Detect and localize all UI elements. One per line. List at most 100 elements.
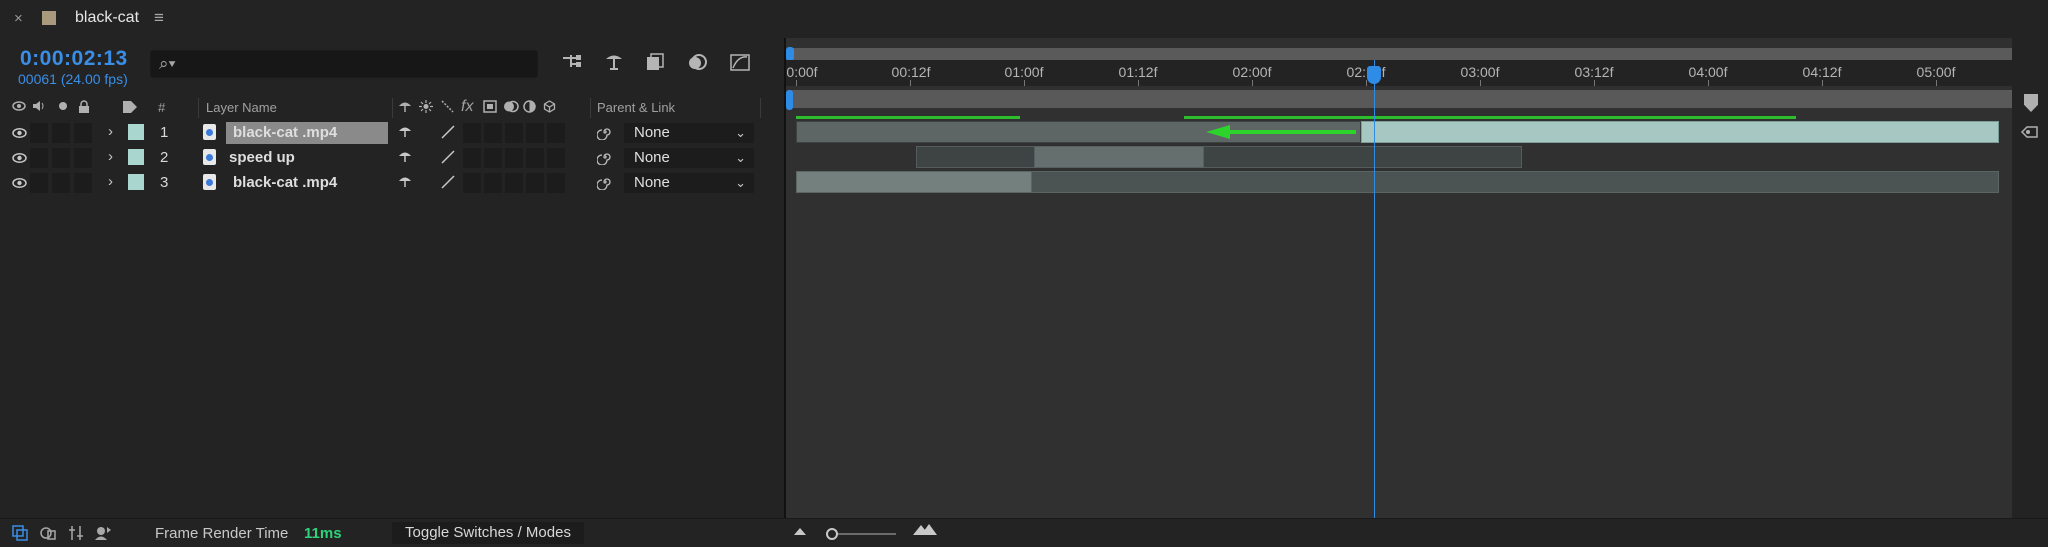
playhead-handle[interactable] — [1367, 66, 1381, 84]
quality-switch-header-icon[interactable] — [441, 100, 454, 116]
label-color-swatch[interactable] — [128, 124, 144, 140]
adjustment-switch[interactable] — [526, 148, 544, 168]
solo-toggle[interactable] — [52, 173, 70, 193]
search-input[interactable]: ⌕▾ — [150, 50, 538, 78]
layer-row[interactable]: › 1 black-cat .mp4 None ⌄ — [0, 121, 784, 145]
solo-toggle[interactable] — [52, 123, 70, 143]
label-column-icon[interactable] — [122, 100, 138, 116]
quality-switch-icon[interactable] — [441, 150, 455, 167]
motion-blur-switch-header-icon[interactable] — [503, 100, 519, 116]
close-tab-icon[interactable]: × — [14, 10, 23, 27]
label-color-swatch[interactable] — [128, 174, 144, 190]
render-time-icon[interactable] — [94, 525, 112, 541]
3d-layer-switch-header-icon[interactable] — [543, 100, 556, 116]
frame-blend-switch[interactable] — [484, 123, 502, 143]
3d-switch[interactable] — [547, 173, 565, 193]
audio-toggle[interactable] — [30, 123, 48, 143]
in-out-columns-icon[interactable] — [68, 525, 86, 541]
composition-title[interactable]: black-cat — [75, 9, 139, 27]
eye-icon[interactable] — [12, 126, 27, 139]
adjustment-switch[interactable] — [526, 173, 544, 193]
eye-icon[interactable] — [12, 151, 27, 164]
video-column-icon[interactable] — [12, 100, 26, 115]
eye-icon[interactable] — [12, 176, 27, 189]
collapse-switch-header-icon[interactable] — [419, 100, 433, 116]
draft-3d-icon[interactable] — [602, 52, 626, 76]
pick-whip-icon[interactable] — [596, 174, 613, 194]
marker-icon[interactable] — [2024, 94, 2038, 112]
frame-blend-switch[interactable] — [484, 173, 502, 193]
motion-blur-icon[interactable] — [686, 52, 710, 76]
work-area-bar[interactable] — [790, 90, 2020, 108]
expand-chevron-icon[interactable]: › — [108, 173, 113, 190]
effects-switch-header[interactable]: fx — [461, 98, 473, 116]
time-navigator-start-handle[interactable] — [786, 47, 794, 61]
timeline-panel[interactable]: 0:00f 00:12f 01:00f 01:12f 02:00f 02:12f… — [786, 38, 2048, 518]
number-column-header: # — [158, 100, 166, 115]
motion-blur-switch[interactable] — [505, 148, 523, 168]
effects-switch[interactable] — [463, 123, 481, 143]
layer-name[interactable]: black-cat .mp4 — [233, 124, 337, 141]
adjustment-layer-switch-header-icon[interactable] — [523, 100, 536, 116]
composition-flowchart-icon[interactable] — [560, 52, 584, 76]
audio-column-icon[interactable] — [32, 100, 46, 115]
layer-row[interactable]: › 2 speed up None ⌄ — [0, 146, 784, 170]
time-ruler[interactable]: 0:00f 00:12f 01:00f 01:12f 02:00f 02:12f… — [786, 60, 2048, 86]
3d-switch[interactable] — [547, 148, 565, 168]
shy-switch-icon[interactable] — [398, 150, 412, 166]
layer-number: 3 — [160, 174, 169, 191]
parent-select[interactable]: None ⌄ — [624, 123, 754, 143]
layer-switches-icon[interactable] — [12, 525, 30, 541]
3d-switch[interactable] — [547, 123, 565, 143]
current-time-display[interactable]: 0:00:02:13 — [20, 47, 128, 71]
expand-chevron-icon[interactable]: › — [108, 123, 113, 140]
work-area-start-handle[interactable] — [786, 90, 793, 110]
adjustment-switch[interactable] — [526, 123, 544, 143]
shy-switch-icon[interactable] — [398, 125, 412, 141]
parent-select[interactable]: None ⌄ — [624, 173, 754, 193]
toggle-switches-modes-button[interactable]: Toggle Switches / Modes — [392, 522, 584, 544]
solo-column-icon[interactable] — [58, 100, 68, 115]
layer-bar[interactable] — [1361, 121, 1999, 143]
zoom-in-icon[interactable] — [912, 522, 938, 541]
ruler-label: 01:00f — [1004, 64, 1044, 80]
zoom-slider-knob[interactable] — [826, 528, 838, 540]
parent-link-column-header[interactable]: Parent & Link — [597, 100, 675, 115]
audio-toggle[interactable] — [30, 173, 48, 193]
layer-bar[interactable] — [1034, 146, 1204, 168]
layer-bar[interactable] — [796, 171, 1032, 193]
shy-switch-header-icon[interactable] — [398, 100, 412, 116]
layer-row[interactable]: › 3 black-cat .mp4 None ⌄ — [0, 171, 784, 195]
lock-column-icon[interactable] — [78, 100, 90, 116]
parent-select[interactable]: None ⌄ — [624, 148, 754, 168]
lock-toggle[interactable] — [74, 123, 92, 143]
audio-toggle[interactable] — [30, 148, 48, 168]
layer-name[interactable]: black-cat .mp4 — [233, 174, 337, 191]
motion-blur-switch[interactable] — [505, 173, 523, 193]
expand-chevron-icon[interactable]: › — [108, 148, 113, 165]
time-navigator-bar[interactable] — [790, 48, 2020, 60]
label-color-swatch[interactable] — [128, 149, 144, 165]
lock-toggle[interactable] — [74, 173, 92, 193]
effects-switch[interactable] — [463, 173, 481, 193]
solo-toggle[interactable] — [52, 148, 70, 168]
pick-whip-icon[interactable] — [596, 149, 613, 169]
motion-blur-switch[interactable] — [505, 123, 523, 143]
panel-menu-icon[interactable]: ≡ — [154, 8, 164, 28]
layer-name-column-header[interactable]: Layer Name — [206, 100, 277, 115]
quality-switch-icon[interactable] — [441, 125, 455, 142]
shy-switch-icon[interactable] — [398, 175, 412, 191]
graph-editor-icon[interactable] — [728, 52, 752, 76]
layer-bar-dimmed[interactable] — [916, 146, 1522, 168]
quality-switch-icon[interactable] — [441, 175, 455, 192]
frame-blending-icon[interactable] — [644, 52, 668, 76]
frame-blend-switch[interactable] — [484, 148, 502, 168]
layer-name[interactable]: speed up — [229, 149, 295, 166]
pick-whip-icon[interactable] — [596, 124, 613, 144]
transfer-controls-icon[interactable] — [40, 525, 58, 541]
frame-blending-switch-header-icon[interactable] — [483, 100, 497, 116]
lock-toggle[interactable] — [74, 148, 92, 168]
effects-switch[interactable] — [463, 148, 481, 168]
zoom-out-icon[interactable] — [793, 524, 807, 539]
comp-marker-bin-icon[interactable] — [2020, 124, 2040, 144]
